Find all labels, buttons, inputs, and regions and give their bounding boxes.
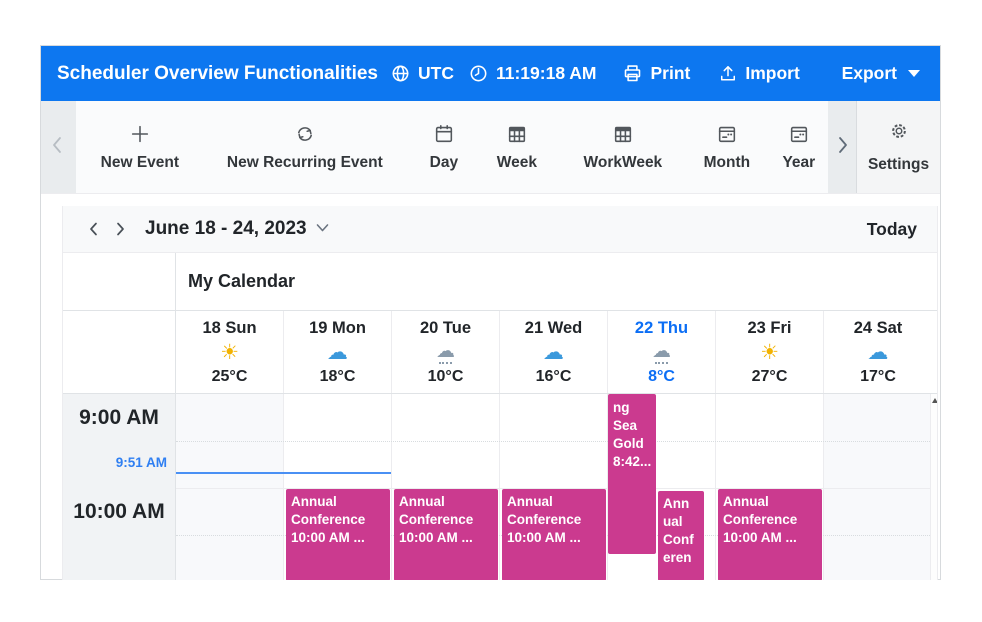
chevron-right-icon (832, 133, 852, 162)
app-header: Scheduler Overview Functionalities UTC 1… (41, 46, 940, 101)
clock-display: 11:19:18 AM (468, 63, 597, 84)
schedule-content: 9:00 AM 10:00 AM 9:51 AM Annual Conferen… (63, 394, 937, 580)
day-header-thu[interactable]: 22 Thu 8°C (608, 311, 716, 393)
scheduler: June 18 - 24, 2023 Today My Calendar 18 … (62, 206, 938, 580)
resource-row: My Calendar (63, 253, 937, 311)
toolbar-scroll-left-button[interactable] (41, 101, 76, 193)
day-column-sat[interactable] (824, 394, 932, 580)
print-button[interactable]: Print (622, 63, 690, 84)
today-button[interactable]: Today (865, 215, 919, 244)
view-day-button[interactable]: Day (418, 123, 470, 172)
toolbar-scroll-right-button[interactable] (828, 101, 856, 193)
time-gutter: 9:00 AM 10:00 AM 9:51 AM (63, 394, 176, 580)
spacer (41, 194, 940, 206)
rain-cloud-icon (652, 340, 671, 366)
toolbar: New Event New Recurring Event Day Week (41, 101, 940, 194)
event-annual-conference-wed[interactable]: Annual Conference 10:00 AM ... (502, 489, 606, 580)
rain-cloud-icon (436, 340, 455, 366)
event-annual-conference-thu[interactable]: Ann ual Conf eren (658, 491, 704, 580)
view-workweek-button[interactable]: WorkWeek (574, 123, 672, 172)
page-title: Scheduler Overview Functionalities (57, 63, 378, 85)
day-header-wed[interactable]: 21 Wed 16°C (500, 311, 608, 393)
cloud-icon (543, 340, 564, 366)
current-time-label: 9:51 AM (116, 455, 167, 470)
chevron-left-icon (48, 133, 68, 162)
event-sea-gold-thu[interactable]: ng Sea Gold 8:42... (608, 394, 656, 554)
day-column-sun[interactable] (176, 394, 284, 580)
export-dropdown-button[interactable]: Export (842, 63, 920, 84)
year-calendar-icon (787, 123, 811, 145)
view-week-button[interactable]: Week (486, 123, 548, 172)
calendar-name: My Calendar (176, 253, 937, 310)
half-hour-gridline (176, 441, 932, 442)
sun-icon (760, 340, 779, 366)
day-header-mon[interactable]: 19 Mon 18°C (284, 311, 392, 393)
month-calendar-icon (715, 123, 739, 145)
day-header-tue[interactable]: 20 Tue 10°C (392, 311, 500, 393)
settings-button[interactable]: Settings (856, 101, 940, 193)
import-button[interactable]: Import (718, 63, 799, 84)
day-header-sat[interactable]: 24 Sat 17°C (824, 311, 932, 393)
view-year-button[interactable]: Year (770, 123, 828, 172)
new-event-button[interactable]: New Event (92, 123, 188, 172)
toolbar-items: New Event New Recurring Event Day Week (76, 101, 828, 193)
event-annual-conference-tue[interactable]: Annual Conference 10:00 AM ... (394, 489, 498, 580)
plus-icon (128, 123, 152, 145)
scheduler-app-window: Scheduler Overview Functionalities UTC 1… (40, 45, 941, 580)
event-annual-conference-mon[interactable]: Annual Conference 10:00 AM ... (286, 489, 390, 580)
sun-icon (220, 340, 239, 366)
timezone-indicator: UTC (390, 63, 454, 84)
printer-icon (622, 63, 643, 84)
day-header-row: 18 Sun 25°C 19 Mon 18°C 20 Tue 10°C 21 W… (63, 311, 937, 394)
vertical-scrollbar[interactable] (930, 394, 937, 580)
time-gutter-header (63, 311, 176, 393)
event-annual-conference-fri[interactable]: Annual Conference 10:00 AM ... (718, 489, 822, 580)
current-time-line (176, 472, 391, 474)
upload-icon (718, 63, 738, 84)
time-label: 10:00 AM (63, 488, 175, 535)
day-header-fri[interactable]: 23 Fri 27°C (716, 311, 824, 393)
clock-icon (468, 63, 489, 84)
day-header-sun[interactable]: 18 Sun 25°C (176, 311, 284, 393)
time-gutter-header (63, 253, 176, 310)
workweek-calendar-icon (611, 123, 635, 145)
recurrence-icon (293, 123, 317, 145)
globe-icon (390, 63, 411, 84)
date-range-label: June 18 - 24, 2023 (145, 218, 307, 240)
gear-icon (887, 120, 911, 147)
cloud-icon (327, 340, 348, 366)
previous-week-button[interactable] (81, 216, 107, 242)
week-calendar-icon (505, 123, 529, 145)
cloud-icon (868, 340, 889, 366)
day-calendar-icon (432, 123, 456, 145)
chevron-down-icon (315, 218, 330, 240)
scroll-up-arrow-icon (932, 398, 937, 403)
date-navigation-bar: June 18 - 24, 2023 Today (63, 206, 937, 253)
next-week-button[interactable] (107, 216, 133, 242)
current-clock-time: 11:19:18 AM (496, 63, 597, 84)
view-month-button[interactable]: Month (692, 123, 762, 172)
new-recurring-event-button[interactable]: New Recurring Event (214, 123, 396, 172)
time-label: 9:00 AM (63, 394, 175, 441)
day-columns: Annual Conference 10:00 AM ... Annual Co… (176, 394, 932, 580)
chevron-down-icon (908, 70, 920, 77)
date-range-selector[interactable]: June 18 - 24, 2023 (145, 218, 330, 240)
